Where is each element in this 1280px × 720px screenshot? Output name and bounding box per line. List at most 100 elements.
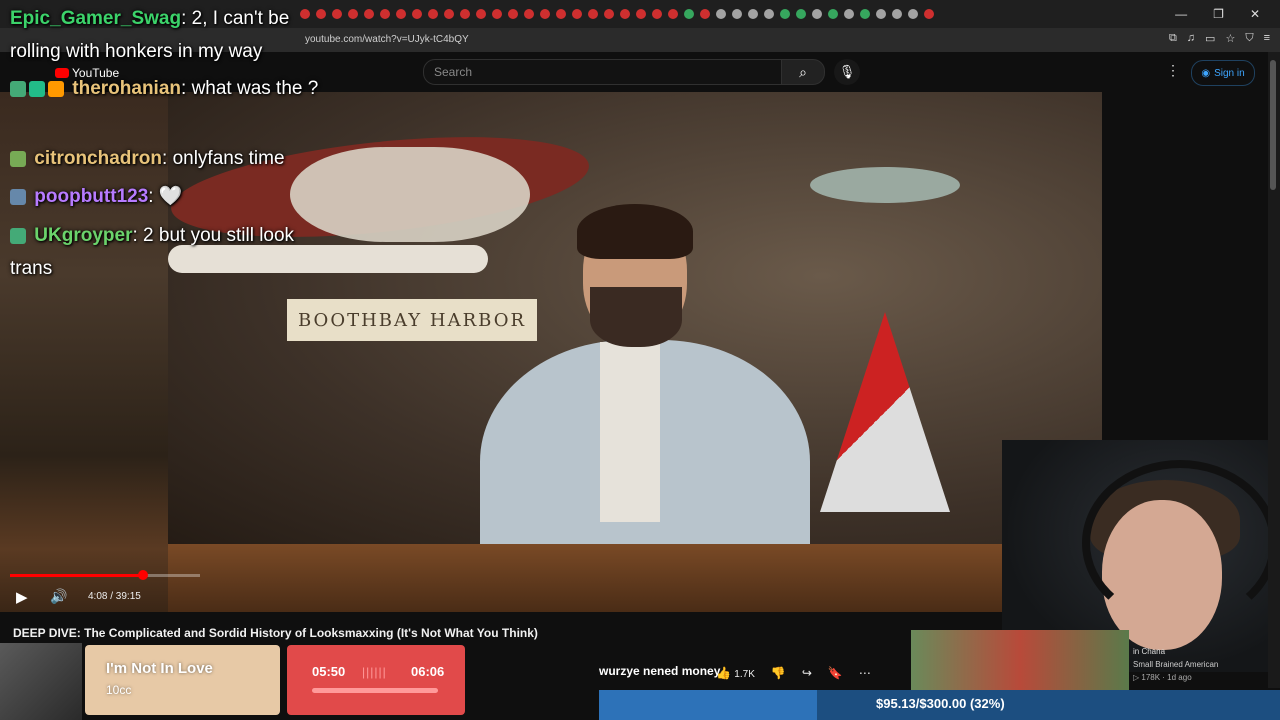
tab-favicon[interactable] [828, 9, 838, 19]
tab-favicon[interactable] [716, 9, 726, 19]
tab-favicon[interactable] [764, 9, 774, 19]
tab-favicon[interactable] [860, 9, 870, 19]
bookshelf-decor [290, 147, 530, 242]
tab-favicon[interactable] [668, 9, 678, 19]
shield-icon[interactable]: ⛉ [1245, 32, 1253, 45]
scrollbar-thumb[interactable] [1270, 60, 1276, 190]
tab-favicon[interactable] [300, 9, 310, 19]
window-controls: — ❐ ✕ [1175, 0, 1280, 28]
tab-favicon[interactable] [700, 9, 710, 19]
like-button[interactable]: 👍 1.7K [716, 666, 755, 680]
song-duration: 06:06 [411, 664, 445, 679]
tab-favicon[interactable] [508, 9, 518, 19]
desk [168, 544, 1102, 612]
youtube-logo[interactable]: YouTube [55, 66, 119, 80]
more-options-icon[interactable]: ⋮ [1166, 62, 1180, 79]
presenter-beard [590, 287, 682, 347]
tab-favicons [300, 6, 1200, 22]
song-progress-bar [312, 688, 438, 693]
tab-favicon[interactable] [652, 9, 662, 19]
tab-favicon[interactable] [924, 9, 934, 19]
tab-favicon[interactable] [812, 9, 822, 19]
ticker-text: wurzye nened money [599, 664, 721, 678]
sidebar-icon[interactable]: ▭ [1205, 32, 1215, 45]
tab-favicon[interactable] [364, 9, 374, 19]
tab-favicon[interactable] [684, 9, 694, 19]
progress-played [10, 574, 142, 577]
boothbay-harbor-sign: BOOTHBAY HARBOR [287, 299, 537, 341]
progress-scrubber[interactable] [138, 570, 148, 580]
close-window-button[interactable]: ✕ [1250, 7, 1260, 21]
related-video-meta: ▷ 178K · 1d ago [1133, 673, 1192, 682]
tab-favicon[interactable] [844, 9, 854, 19]
related-video-title[interactable]: in Chana [1133, 647, 1165, 656]
play-icon: ▶ [16, 589, 28, 606]
play-button[interactable]: ▶ [16, 588, 28, 606]
search-icon: ⌕ [799, 63, 807, 80]
address-bar[interactable] [0, 28, 1280, 52]
tab-favicon[interactable] [476, 9, 486, 19]
sign-in-button[interactable]: ◉ Sign in [1191, 60, 1255, 86]
bookmark-icon: 🔖 [827, 666, 843, 680]
tab-favicon[interactable] [876, 9, 886, 19]
tab-favicon[interactable] [524, 9, 534, 19]
music-icon[interactable]: ♫ [1187, 32, 1195, 45]
extension-icon[interactable]: ⧉ [1169, 32, 1177, 45]
presenter-hair [577, 204, 693, 259]
save-button[interactable]: 🔖 [828, 666, 843, 680]
tab-favicon[interactable] [412, 9, 422, 19]
tab-favicon[interactable] [460, 9, 470, 19]
tab-favicon[interactable] [348, 9, 358, 19]
tab-favicon[interactable] [428, 9, 438, 19]
tab-favicon[interactable] [588, 9, 598, 19]
donation-goal-text: $95.13/$300.00 (32%) [876, 696, 1005, 711]
tab-favicon[interactable] [572, 9, 582, 19]
youtube-play-icon [55, 68, 69, 78]
now-playing-artist: 10cc [106, 683, 132, 697]
tab-favicon[interactable] [380, 9, 390, 19]
search-input[interactable] [423, 59, 782, 85]
now-playing-song: I'm Not In Love [106, 660, 213, 677]
voice-search-button[interactable]: 🎙 [834, 59, 860, 85]
tab-favicon[interactable] [892, 9, 902, 19]
star-icon[interactable]: ☆ [1225, 32, 1235, 45]
share-button[interactable]: ↪ [802, 666, 812, 680]
presenter-shirt [600, 342, 660, 522]
share-icon: ↪ [801, 666, 812, 680]
search-button[interactable]: ⌕ [781, 59, 825, 85]
tab-favicon[interactable] [620, 9, 630, 19]
tab-favicon[interactable] [332, 9, 342, 19]
ellipsis-icon: ⋯ [858, 666, 871, 680]
related-channel-name[interactable]: Small Brained American [1133, 660, 1218, 669]
tab-favicon[interactable] [796, 9, 806, 19]
oar-decor [168, 245, 488, 273]
user-circle-icon: ◉ [1201, 67, 1211, 79]
tab-favicon[interactable] [780, 9, 790, 19]
tab-favicon[interactable] [492, 9, 502, 19]
tab-favicon[interactable] [540, 9, 550, 19]
menu-icon[interactable]: ≡ [1264, 32, 1270, 45]
video-actions: 👍 1.7K 👎 ↪ 🔖 ⋯ [716, 666, 871, 680]
tab-favicon[interactable] [636, 9, 646, 19]
maximize-button[interactable]: ❐ [1213, 7, 1224, 21]
tab-favicon[interactable] [604, 9, 614, 19]
url-text[interactable]: youtube.com/watch?v=UJyk-tC4bQY [305, 34, 469, 45]
tab-favicon[interactable] [556, 9, 566, 19]
related-video-thumbnail[interactable] [911, 630, 1129, 690]
volume-button[interactable]: 🔊 [50, 588, 67, 605]
more-actions-button[interactable]: ⋯ [859, 666, 871, 680]
volume-icon: 🔊 [50, 588, 68, 604]
tab-favicon[interactable] [748, 9, 758, 19]
dislike-button[interactable]: 👎 [771, 666, 786, 680]
tab-favicon[interactable] [396, 9, 406, 19]
tab-favicon[interactable] [908, 9, 918, 19]
youtube-logo-text: YouTube [72, 66, 120, 80]
tab-favicon[interactable] [732, 9, 742, 19]
headphones [1082, 460, 1278, 626]
tab-favicon[interactable] [316, 9, 326, 19]
minimize-button[interactable]: — [1175, 7, 1187, 21]
search-placeholder: Search [434, 65, 473, 79]
video-player[interactable]: BOOTHBAY HARBOR [0, 92, 1102, 612]
tab-favicon[interactable] [444, 9, 454, 19]
song-elapsed: 05:50 [312, 664, 346, 679]
